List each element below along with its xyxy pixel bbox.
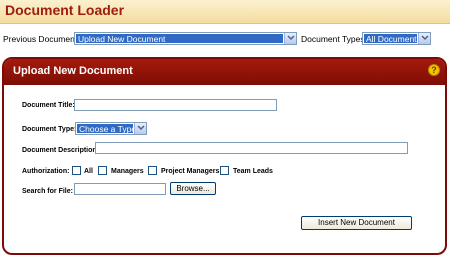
document-type-label: Document Type: (22, 126, 77, 133)
auth-team-leads-checkbox[interactable] (220, 166, 229, 175)
auth-managers-label: Managers (111, 168, 144, 175)
header-bar: Document Loader (0, 0, 450, 24)
auth-project-managers-checkbox[interactable] (148, 166, 157, 175)
auth-all-label: All (84, 168, 93, 175)
document-types-label: Document Types: (301, 34, 367, 44)
chevron-down-icon[interactable] (134, 123, 146, 134)
document-type-value: Choose a Type (77, 124, 133, 133)
previous-documents-value: Upload New Document (76, 34, 283, 43)
insert-new-document-button[interactable]: Insert New Document (301, 216, 412, 230)
previous-documents-select[interactable]: Upload New Document (74, 32, 297, 45)
search-file-label: Search for File: (22, 188, 73, 195)
previous-documents-label: Previous Documents: (3, 34, 84, 44)
chevron-down-icon[interactable] (418, 33, 430, 44)
auth-project-managers-label: Project Managers (161, 168, 220, 175)
document-title-label: Document Title: (22, 102, 75, 109)
upload-panel: Upload New Document ? Document Title: Do… (2, 57, 447, 255)
document-types-select[interactable]: All Documents (362, 32, 431, 45)
document-types-value: All Documents (364, 34, 417, 43)
auth-managers-checkbox[interactable] (98, 166, 107, 175)
panel-title: Upload New Document (13, 65, 133, 77)
auth-all-checkbox[interactable] (72, 166, 81, 175)
panel-header: Upload New Document ? (4, 59, 445, 85)
page-title: Document Loader (5, 2, 125, 18)
chevron-down-icon[interactable] (284, 33, 296, 44)
page: { "header": { "title": "Document Loader"… (0, 0, 450, 259)
help-icon[interactable]: ? (428, 64, 440, 76)
auth-team-leads-label: Team Leads (233, 168, 273, 175)
document-type-select[interactable]: Choose a Type (75, 122, 147, 135)
file-path-input[interactable] (74, 183, 166, 195)
document-title-input[interactable] (74, 99, 277, 111)
authorization-label: Authorization: (22, 168, 70, 175)
document-description-input[interactable] (95, 142, 408, 154)
document-description-label: Document Description: (22, 147, 100, 154)
browse-button[interactable]: Browse... (170, 182, 216, 195)
